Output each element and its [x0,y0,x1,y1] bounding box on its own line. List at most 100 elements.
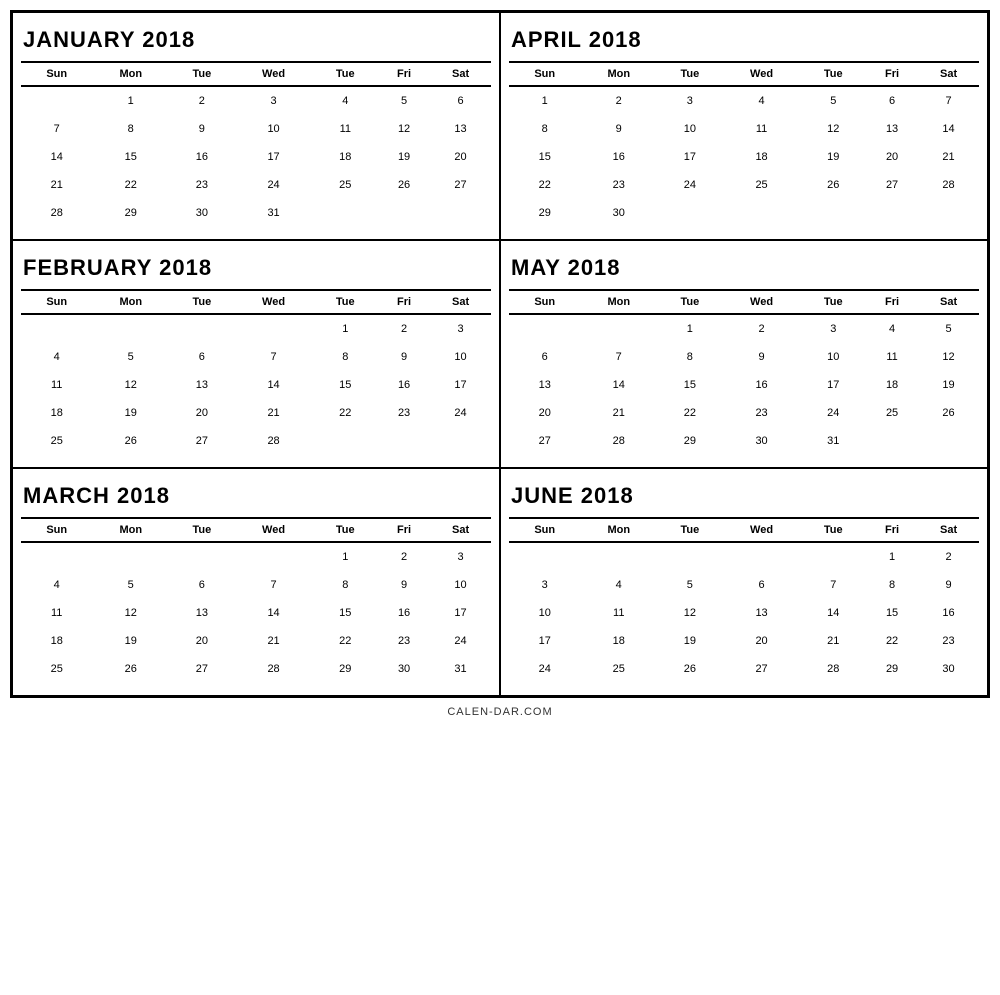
day-cell: 23 [723,399,801,427]
day-cell: 19 [378,143,430,171]
day-cell: 12 [92,599,169,627]
day-cell: 30 [723,427,801,455]
table-row: 12 [509,542,979,571]
day-cell: 8 [92,115,169,143]
day-cell [92,314,169,343]
day-cell: 3 [657,86,723,115]
day-cell: 20 [169,627,235,655]
day-cell: 12 [378,115,430,143]
col-header-5: Fri [866,518,918,542]
day-cell: 14 [235,371,313,399]
day-cell [21,542,92,571]
month-january-2018: JANUARY 2018SunMonTueWedTueFriSat1234567… [12,12,500,240]
day-cell: 24 [509,655,580,683]
day-cell: 27 [169,655,235,683]
table-row: 123 [21,542,491,571]
day-cell: 13 [430,115,491,143]
col-header-2: Tue [169,518,235,542]
day-cell: 12 [657,599,723,627]
month-title-may-2018: MAY 2018 [509,249,979,289]
day-cell [866,199,918,227]
day-cell [235,314,313,343]
day-cell: 1 [313,314,379,343]
col-header-2: Tue [657,290,723,314]
col-header-1: Mon [92,518,169,542]
day-cell: 7 [21,115,92,143]
day-cell: 20 [169,399,235,427]
day-cell: 17 [801,371,867,399]
day-cell: 10 [801,343,867,371]
table-row: 2728293031 [509,427,979,455]
day-cell [378,199,430,227]
day-cell: 19 [918,371,979,399]
day-cell: 6 [169,571,235,599]
day-cell: 19 [657,627,723,655]
day-cell: 10 [235,115,313,143]
table-row: 14151617181920 [21,143,491,171]
day-cell: 25 [21,427,92,455]
day-cell [918,427,979,455]
day-cell: 10 [657,115,723,143]
day-cell: 27 [430,171,491,199]
col-header-5: Fri [866,290,918,314]
day-cell: 19 [801,143,867,171]
day-cell: 3 [235,86,313,115]
day-cell: 28 [580,427,657,455]
day-cell: 18 [580,627,657,655]
col-header-1: Mon [580,290,657,314]
day-cell: 9 [378,343,430,371]
day-cell: 14 [580,371,657,399]
day-cell: 28 [801,655,867,683]
table-row: 891011121314 [509,115,979,143]
day-cell [580,542,657,571]
day-cell: 8 [313,343,379,371]
day-cell: 24 [430,627,491,655]
day-cell [235,542,313,571]
day-cell: 5 [657,571,723,599]
day-cell: 8 [509,115,580,143]
day-cell: 26 [801,171,867,199]
day-cell: 23 [580,171,657,199]
month-june-2018: JUNE 2018SunMonTueWedTueFriSat1234567891… [500,468,988,696]
day-cell: 9 [169,115,235,143]
day-cell: 7 [235,343,313,371]
day-cell: 3 [509,571,580,599]
day-cell: 27 [723,655,801,683]
day-cell: 5 [918,314,979,343]
day-cell: 29 [313,655,379,683]
day-cell: 7 [580,343,657,371]
col-header-0: Sun [21,290,92,314]
day-cell: 10 [430,343,491,371]
day-cell: 23 [918,627,979,655]
day-cell: 22 [657,399,723,427]
table-row: 12345 [509,314,979,343]
cal-table-march-2018: SunMonTueWedTueFriSat1234567891011121314… [21,517,491,683]
day-cell: 6 [866,86,918,115]
table-row: 2930 [509,199,979,227]
day-cell [723,542,801,571]
day-cell: 26 [378,171,430,199]
day-cell: 9 [723,343,801,371]
day-cell: 20 [866,143,918,171]
day-cell: 3 [430,542,491,571]
day-cell: 23 [169,171,235,199]
day-cell: 20 [723,627,801,655]
day-cell: 19 [92,399,169,427]
day-cell: 22 [313,399,379,427]
col-header-4: Tue [313,518,379,542]
day-cell: 21 [235,399,313,427]
day-cell: 7 [801,571,867,599]
day-cell: 7 [235,571,313,599]
day-cell: 16 [918,599,979,627]
day-cell: 22 [866,627,918,655]
day-cell: 8 [657,343,723,371]
day-cell: 29 [866,655,918,683]
table-row: 25262728 [21,427,491,455]
col-header-5: Fri [378,518,430,542]
col-header-0: Sun [21,62,92,86]
table-row: 18192021222324 [21,399,491,427]
day-cell: 28 [21,199,92,227]
day-cell: 5 [92,343,169,371]
day-cell: 21 [801,627,867,655]
cal-table-january-2018: SunMonTueWedTueFriSat1234567891011121314… [21,61,491,227]
